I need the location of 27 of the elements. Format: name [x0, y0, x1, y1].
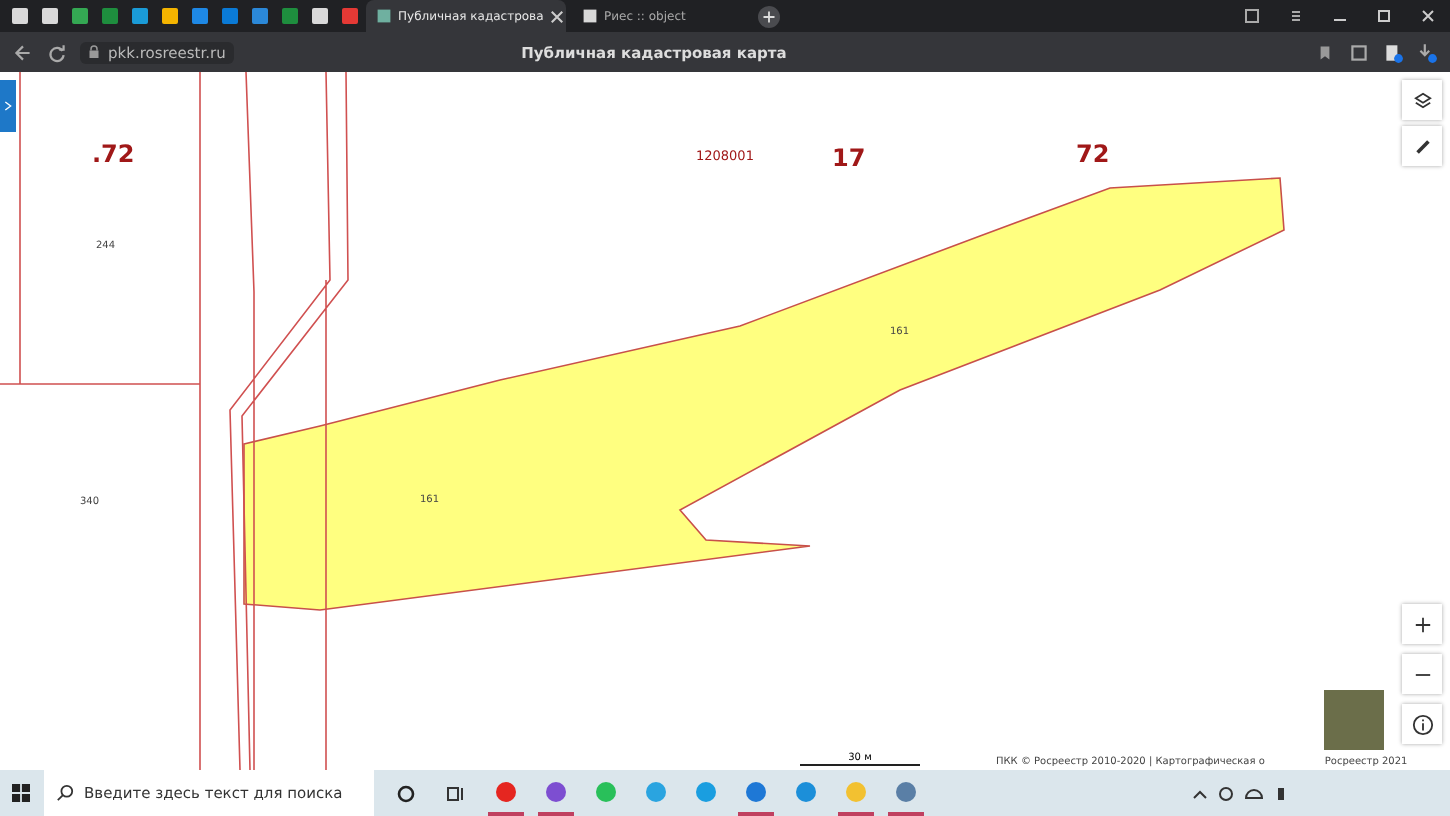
zoom-in-button[interactable] — [1402, 604, 1442, 644]
back-icon[interactable] — [12, 41, 34, 63]
map-label: 17 — [832, 144, 866, 172]
close-icon[interactable] — [549, 9, 564, 23]
restore-icon[interactable] — [1374, 6, 1394, 26]
map-label: .72 — [92, 140, 135, 168]
chevron-icon — [4, 100, 12, 112]
info-button[interactable] — [1402, 704, 1442, 744]
satellite-thumbnail[interactable] — [1324, 690, 1384, 750]
map-label: 72 — [1076, 140, 1110, 168]
document-icon[interactable] — [1382, 41, 1404, 63]
windows-start-icon[interactable] — [12, 784, 30, 802]
lock-icon — [88, 44, 100, 60]
menu-icon[interactable] — [1286, 6, 1306, 26]
layers-button[interactable] — [1402, 80, 1442, 120]
reload-icon[interactable] — [46, 41, 68, 63]
close-icon[interactable] — [1418, 6, 1438, 26]
download-icon[interactable] — [1416, 41, 1438, 63]
new-tab-icon[interactable] — [758, 5, 780, 27]
cortana-icon[interactable] — [396, 783, 416, 803]
sidebar-toggle[interactable] — [0, 80, 16, 132]
ruler-button[interactable] — [1402, 126, 1442, 166]
search-icon — [56, 784, 74, 802]
task-view-icon[interactable] — [446, 783, 466, 803]
layers-icon — [1413, 91, 1431, 109]
plus-icon — [1413, 615, 1431, 633]
info-icon — [1411, 713, 1433, 735]
